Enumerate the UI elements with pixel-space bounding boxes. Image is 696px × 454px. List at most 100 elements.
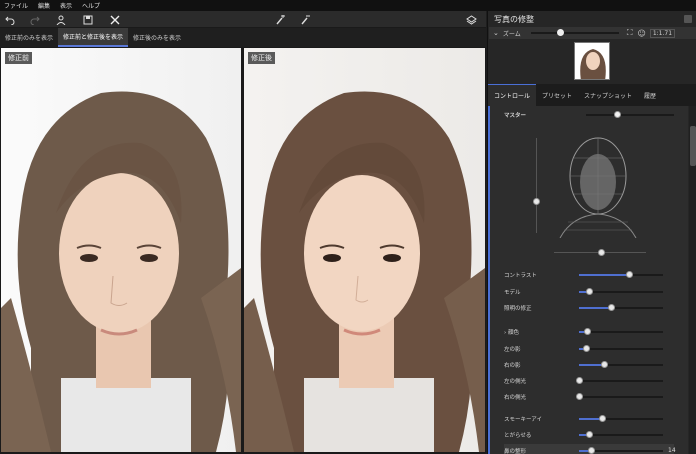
- tab-snapshots[interactable]: スナップショット: [578, 84, 638, 106]
- slider-row: モデル: [504, 285, 674, 299]
- after-label: 修正後: [248, 52, 275, 64]
- panel-tabs: コントロール プリセット スナップショット 履歴: [488, 84, 696, 106]
- after-photo[interactable]: 修正後: [244, 48, 485, 452]
- slider-track[interactable]: [576, 393, 663, 400]
- panel-scrollbar[interactable]: [689, 106, 696, 454]
- slider-row: › 顔色: [504, 325, 674, 339]
- slider-track[interactable]: [579, 304, 663, 311]
- slider-label: 左の影: [504, 347, 521, 353]
- slider-label: 右の側光: [504, 395, 527, 401]
- save-icon[interactable]: [80, 12, 96, 27]
- portrait-image: [1, 91, 241, 452]
- slider-label: 照明の修正: [504, 306, 532, 312]
- slider-knob[interactable]: [586, 431, 594, 438]
- slider-row: 右の側光: [504, 390, 674, 404]
- slider-label: 鼻の整形: [504, 449, 527, 454]
- zoom-slider[interactable]: [530, 29, 619, 36]
- slider-value: 14: [668, 447, 676, 454]
- close-icon[interactable]: [107, 12, 123, 27]
- master-label: マスター: [504, 113, 527, 119]
- chevron-down-icon[interactable]: ⌄: [493, 29, 499, 37]
- slider-row: 左の側光: [504, 374, 674, 388]
- zoom-knob[interactable]: [556, 29, 564, 36]
- menu-bar: ファイル 編集 表示 ヘルプ: [0, 0, 696, 11]
- slider-row: コントラスト: [504, 268, 674, 282]
- tab-before-only[interactable]: 修正前のみを表示: [0, 28, 58, 47]
- slider-knob[interactable]: [626, 271, 634, 278]
- retouched-portrait-image: [244, 91, 485, 452]
- slider-row: 左の影: [504, 342, 674, 356]
- slider-label: › 顔色: [504, 330, 519, 336]
- horizontal-angle-slider[interactable]: [554, 249, 646, 256]
- zoom-ratio: 1:1.71: [649, 28, 676, 38]
- slider-knob[interactable]: [576, 393, 583, 400]
- slider-track[interactable]: [579, 431, 663, 438]
- slider-track[interactable]: [579, 271, 663, 278]
- slider-track[interactable]: [579, 328, 663, 335]
- slider-track[interactable]: [579, 415, 663, 422]
- slider-label: 左の側光: [504, 379, 527, 385]
- person-icon[interactable]: [53, 12, 69, 27]
- slider-row: 右の影: [504, 358, 674, 372]
- tab-side-by-side[interactable]: 修正前と修正後を表示: [58, 28, 129, 47]
- slider-knob[interactable]: [582, 345, 590, 352]
- fit-icon[interactable]: ⛶: [627, 28, 633, 38]
- before-label: 修正前: [5, 52, 32, 64]
- slider-knob[interactable]: [586, 288, 594, 295]
- scroll-thumb[interactable]: [690, 126, 696, 166]
- add-brush-icon[interactable]: [272, 12, 288, 27]
- slider-knob[interactable]: [607, 304, 615, 311]
- menu-help[interactable]: ヘルプ: [82, 1, 100, 10]
- redo-icon[interactable]: [27, 12, 43, 27]
- main-toolbar: [0, 11, 486, 28]
- slider-knob[interactable]: [598, 415, 606, 422]
- slider-track[interactable]: [579, 447, 663, 454]
- menu-file[interactable]: ファイル: [4, 1, 28, 10]
- layers-icon[interactable]: [463, 12, 479, 27]
- slider-track[interactable]: [576, 377, 663, 384]
- slider-knob[interactable]: [584, 328, 592, 335]
- slider-knob[interactable]: [601, 361, 609, 368]
- slider-track[interactable]: [579, 288, 663, 295]
- retouch-sidebar: 写真の修整 ⌄ ズーム ⛶ ☺ 1:1.71 コントロール プリセット スナップ…: [487, 11, 696, 454]
- undo-icon[interactable]: [2, 12, 18, 27]
- tab-controls[interactable]: コントロール: [488, 84, 537, 106]
- slider-track[interactable]: [579, 361, 663, 368]
- photo-compare-area: 修正前 修正後: [0, 47, 486, 454]
- slider-label: コントラスト: [504, 273, 537, 279]
- slider-row: スモーキーアイ: [504, 412, 674, 426]
- controls-panel: マスター コントラスト モデル照明の修正 › 顔色左の影右の影左の側光右の側光スモー…: [488, 106, 688, 454]
- horizontal-angle-knob[interactable]: [598, 249, 605, 256]
- slider-fill: [579, 307, 611, 309]
- slider-label: とがらせる: [504, 433, 532, 439]
- navigator-thumbnail[interactable]: [574, 42, 610, 80]
- sidebar-title: 写真の修整: [494, 15, 534, 24]
- tab-history[interactable]: 履歴: [638, 84, 662, 106]
- head-wireframe[interactable]: [552, 134, 644, 239]
- before-photo[interactable]: 修正前: [1, 48, 241, 452]
- remove-brush-icon[interactable]: [297, 12, 313, 27]
- slider-label: 右の影: [504, 363, 521, 369]
- master-slider[interactable]: [586, 111, 674, 118]
- face-icon[interactable]: ☺: [637, 29, 645, 38]
- slider-track[interactable]: [579, 345, 663, 352]
- slider-label: スモーキーアイ: [504, 417, 543, 423]
- zoom-row: ⌄ ズーム ⛶ ☺ 1:1.71: [489, 27, 696, 39]
- zoom-label: ズーム: [502, 30, 521, 38]
- menu-view[interactable]: 表示: [60, 1, 72, 10]
- master-row: マスター: [504, 108, 674, 122]
- slider-label: モデル: [504, 290, 521, 296]
- slider-row: 鼻の整形 14: [504, 444, 676, 454]
- master-knob[interactable]: [614, 111, 621, 118]
- view-mode-tabs: 修正前のみを表示 修正前と修正後を表示 修正後のみを表示: [0, 28, 486, 47]
- vertical-angle-knob[interactable]: [533, 198, 540, 205]
- vertical-angle-slider[interactable]: [533, 138, 540, 233]
- slider-row: とがらせる: [504, 428, 674, 442]
- slider-knob[interactable]: [576, 377, 583, 384]
- menu-edit[interactable]: 編集: [38, 1, 50, 10]
- slider-knob[interactable]: [587, 447, 595, 454]
- slider-fill: [579, 274, 630, 276]
- tab-after-only[interactable]: 修正後のみを表示: [128, 28, 186, 47]
- close-panel-icon[interactable]: [684, 15, 692, 23]
- tab-presets[interactable]: プリセット: [536, 84, 578, 106]
